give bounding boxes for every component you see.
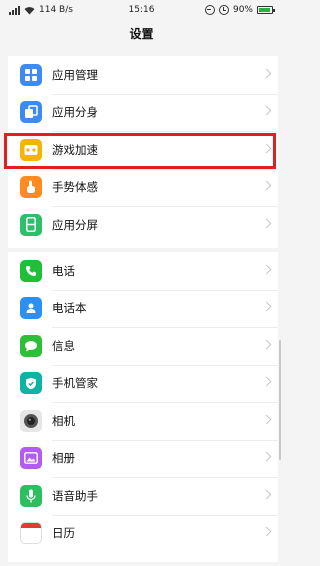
settings-item-app-clone[interactable]: 应用分身: [8, 93, 278, 132]
chevron-right-icon: [261, 451, 272, 462]
voice-assistant-icon: [20, 484, 42, 507]
settings-item-label: 语音助手: [52, 488, 98, 503]
app-clone-icon: [20, 101, 42, 124]
settings-item-label: 电话本: [52, 301, 87, 316]
chevron-right-icon: [261, 339, 272, 350]
status-bar: 114 B/s 15:16 90%: [0, 0, 283, 22]
settings-item-label: 信息: [52, 338, 75, 353]
chevron-right-icon: [261, 264, 272, 275]
settings-item-app-manage[interactable]: 应用管理: [8, 56, 278, 94]
settings-item-contacts[interactable]: 电话本: [8, 289, 278, 328]
settings-item-gesture[interactable]: 手势体感: [8, 168, 278, 207]
battery-percent: 90%: [232, 5, 253, 15]
settings-item-messages[interactable]: 信息: [8, 327, 278, 365]
chevron-right-icon: [261, 105, 272, 116]
chevron-right-icon: [261, 218, 272, 229]
settings-item-label: 手机管家: [52, 376, 98, 391]
split-screen-icon: [20, 213, 42, 236]
battery-icon: [257, 6, 275, 14]
chevron-right-icon: [261, 301, 272, 312]
app-manage-icon: [20, 63, 42, 86]
status-right: 90%: [204, 5, 275, 15]
settings-item-camera[interactable]: 相机: [8, 402, 278, 440]
settings-item-gallery[interactable]: 相册: [8, 439, 278, 478]
chevron-right-icon: [261, 489, 272, 500]
settings-item-label: 应用分屏: [52, 217, 98, 232]
chevron-right-icon: [261, 68, 272, 79]
chevron-right-icon: [261, 180, 272, 191]
settings-item-label: 电话: [52, 263, 75, 278]
settings-item-phone-manager[interactable]: 手机管家: [8, 364, 278, 403]
calendar-icon: [20, 522, 42, 545]
phone-icon: [20, 259, 42, 282]
chevron-right-icon: [261, 376, 272, 387]
dnd-icon: [204, 5, 215, 15]
settings-item-label: 应用分身: [52, 105, 98, 120]
settings-item-label: 相册: [52, 451, 75, 466]
settings-item-voice-assistant[interactable]: 语音助手: [8, 477, 278, 515]
settings-item-label: 相机: [52, 413, 75, 428]
scrollbar[interactable]: [279, 340, 281, 460]
settings-item-label: 日历: [52, 526, 75, 541]
camera-icon: [20, 409, 42, 432]
contacts-icon: [20, 297, 42, 320]
settings-item-calendar[interactable]: 日历: [8, 514, 278, 553]
chevron-right-icon: [261, 526, 272, 537]
settings-group-system-apps: 电话 电话本 信息 手机管家 相机 相册 语音助手 日历: [8, 252, 278, 562]
chevron-right-icon: [261, 414, 272, 425]
page-title: 设置: [129, 27, 154, 41]
settings-item-label: 手势体感: [52, 180, 98, 195]
highlight-box: [4, 133, 276, 169]
alarm-icon: [218, 5, 229, 15]
gesture-icon: [20, 176, 42, 199]
settings-item-phone[interactable]: 电话: [8, 252, 278, 290]
gallery-icon: [20, 447, 42, 470]
phone-manager-icon: [20, 372, 42, 395]
settings-item-split-screen[interactable]: 应用分屏: [8, 206, 278, 244]
settings-item-label: 应用管理: [52, 67, 98, 82]
messages-icon: [20, 334, 42, 357]
